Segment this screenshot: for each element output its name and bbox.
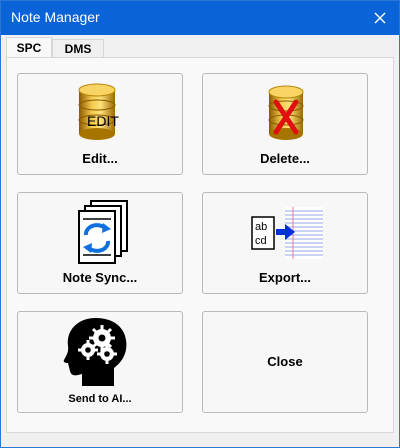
- edit-icon-text: EDIT: [87, 113, 119, 129]
- tab-dms[interactable]: DMS: [52, 39, 104, 57]
- export-icon-text-cd: cd: [255, 235, 267, 247]
- edit-button-label: Edit...: [82, 151, 118, 166]
- close-button[interactable]: Close: [202, 311, 368, 413]
- export-button[interactable]: ab cd Export...: [202, 192, 368, 294]
- database-delete-icon: [268, 85, 304, 140]
- delete-button-label: Delete...: [260, 151, 310, 166]
- window-title: Note Manager: [11, 9, 100, 25]
- close-button-label: Close: [267, 354, 303, 369]
- head-gears-icon: [63, 318, 127, 386]
- close-icon: [374, 12, 386, 24]
- tab-strip: SPC DMS: [6, 37, 394, 58]
- title-bar: Note Manager: [1, 1, 399, 35]
- database-edit-icon: EDIT: [78, 83, 119, 140]
- export-button-label: Export...: [258, 270, 311, 285]
- note-sync-button[interactable]: Note Sync...: [17, 192, 183, 294]
- note-sync-button-label: Note Sync...: [62, 270, 138, 285]
- document-sync-icon: [78, 200, 128, 264]
- send-to-ai-button[interactable]: Send to AI...: [17, 311, 183, 413]
- export-notes-icon: ab cd: [251, 207, 323, 259]
- send-to-ai-button-label: Send to AI...: [68, 393, 132, 405]
- note-manager-window: Note Manager SPC DMS EDIT Edit... Delete…: [0, 0, 400, 448]
- delete-button[interactable]: Delete...: [202, 73, 368, 175]
- tab-panel-spc: EDIT Edit... Delete... Note Sync... ab c…: [6, 57, 394, 433]
- window-close-button[interactable]: [367, 5, 393, 31]
- tab-spc[interactable]: SPC: [6, 37, 52, 58]
- export-icon-text-ab: ab: [255, 221, 267, 233]
- edit-button[interactable]: EDIT Edit...: [17, 73, 183, 175]
